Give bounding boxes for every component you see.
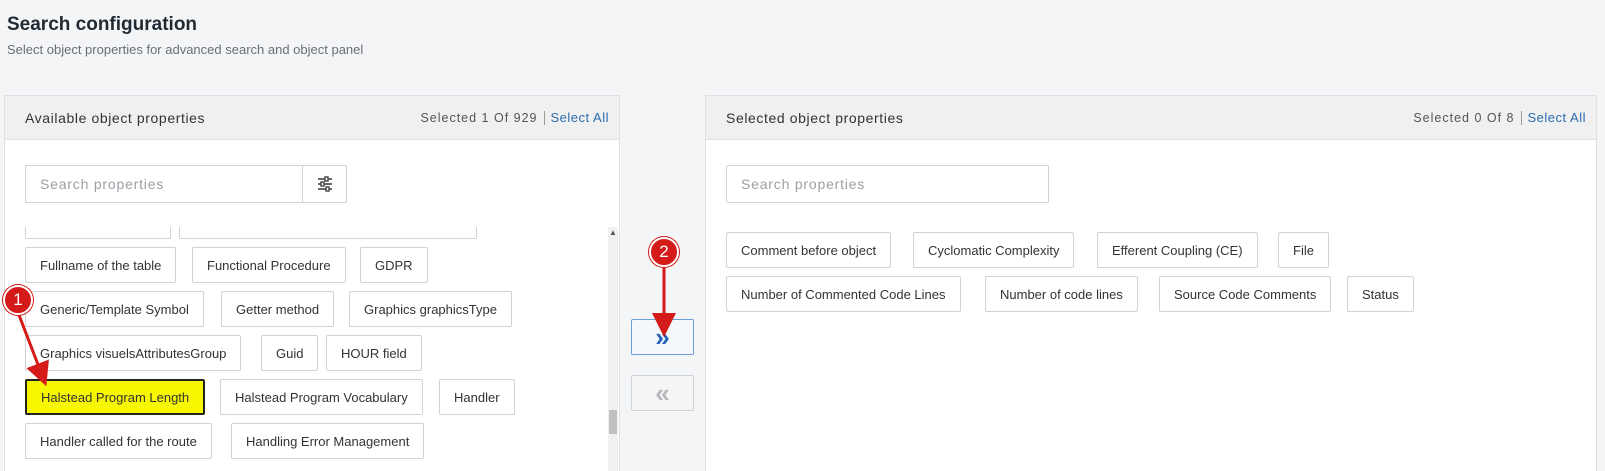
selected-property-chip[interactable]: File xyxy=(1278,232,1329,268)
property-chip-partial[interactable] xyxy=(25,227,171,239)
available-select-all-link[interactable]: Select All xyxy=(551,110,609,125)
list-scrollbar[interactable]: ▲ xyxy=(608,227,618,471)
scroll-up-arrow-icon[interactable]: ▲ xyxy=(608,227,618,239)
selected-panel-title: Selected object properties xyxy=(726,109,904,126)
selected-panel-header: Selected object properties Selected 0 Of… xyxy=(706,96,1596,140)
selected-property-chip[interactable]: Status xyxy=(1347,276,1414,312)
available-properties-panel: Available object properties Selected 1 O… xyxy=(4,95,620,471)
selected-select-all-link[interactable]: Select All xyxy=(1528,110,1586,125)
scroll-thumb[interactable] xyxy=(609,410,617,434)
selected-search-box xyxy=(726,165,1049,203)
available-search-box xyxy=(25,165,347,203)
double-chevron-left-icon: « xyxy=(655,377,670,408)
selected-property-chip[interactable]: Source Code Comments xyxy=(1159,276,1332,312)
property-chip[interactable]: HOUR field xyxy=(326,335,422,371)
double-chevron-right-icon: » xyxy=(655,321,670,352)
property-chip[interactable]: Guid xyxy=(261,335,319,371)
selected-property-chip[interactable]: Cyclomatic Complexity xyxy=(913,232,1075,268)
available-panel-header: Available object properties Selected 1 O… xyxy=(5,96,619,140)
filter-sliders-icon xyxy=(317,176,332,192)
property-chip[interactable]: Generic/Template Symbol xyxy=(25,291,204,327)
page-subtitle: Select object properties for advanced se… xyxy=(7,42,364,57)
property-chip-partial[interactable] xyxy=(179,227,477,239)
property-chip[interactable]: Functional Procedure xyxy=(192,247,346,283)
selected-property-chip[interactable]: Efferent Coupling (CE) xyxy=(1097,232,1258,268)
available-search-input[interactable] xyxy=(26,166,302,202)
property-chip[interactable]: GDPR xyxy=(360,247,428,283)
property-chip[interactable]: Getter method xyxy=(221,291,335,327)
available-properties-list: Fullname of the table Functional Procedu… xyxy=(5,227,605,471)
property-chip[interactable]: Halstead Program Vocabulary xyxy=(220,379,423,415)
selected-property-chip[interactable]: Number of Commented Code Lines xyxy=(726,276,961,312)
property-chip[interactable]: Handling Error Management xyxy=(231,423,425,459)
property-chip[interactable]: Handler called for the route xyxy=(25,423,212,459)
property-chip[interactable]: Graphics visuelsAttributesGroup xyxy=(25,335,242,371)
property-chip[interactable]: Handler xyxy=(439,379,515,415)
page-title: Search configuration xyxy=(7,14,198,35)
header-divider xyxy=(1520,110,1522,125)
selected-property-chip[interactable]: Number of code lines xyxy=(985,276,1138,312)
property-chip-selected[interactable]: Halstead Program Length xyxy=(25,379,206,415)
selected-selected-count: Selected 0 Of 8 xyxy=(1413,110,1515,125)
selected-property-chip[interactable]: Comment before object xyxy=(726,232,892,268)
annotation-badge-1: 1 xyxy=(3,285,33,315)
header-divider xyxy=(543,110,545,125)
move-left-button[interactable]: « xyxy=(631,375,694,411)
available-panel-title: Available object properties xyxy=(25,109,206,126)
available-selected-count: Selected 1 Of 929 xyxy=(420,110,538,125)
filter-button[interactable] xyxy=(302,166,346,202)
move-right-button[interactable]: » xyxy=(631,319,694,355)
selected-search-input[interactable] xyxy=(727,166,1048,202)
annotation-badge-2: 2 xyxy=(649,237,679,267)
property-chip[interactable]: Fullname of the table xyxy=(25,247,177,283)
selected-properties-panel: Selected object properties Selected 0 Of… xyxy=(705,95,1597,471)
property-chip[interactable]: Graphics graphicsType xyxy=(349,291,512,327)
